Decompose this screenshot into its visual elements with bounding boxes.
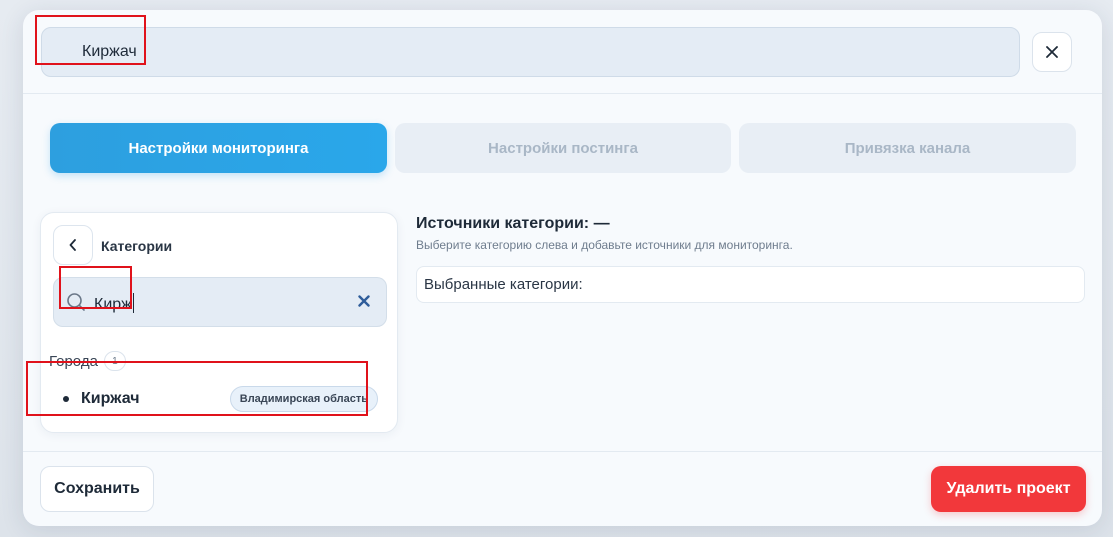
search-value: Кирж	[94, 293, 134, 314]
project-name-input[interactable]: Киржач	[41, 27, 1020, 77]
close-icon	[1046, 46, 1058, 58]
tab-posting-settings[interactable]: Настройки постинга	[395, 123, 731, 173]
tab-channel-binding[interactable]: Привязка канала	[739, 123, 1076, 173]
footer-divider	[23, 451, 1102, 452]
selected-categories-label: Выбранные категории:	[424, 276, 583, 293]
selected-categories-box: Выбранные категории:	[416, 266, 1085, 303]
search-icon	[67, 293, 85, 311]
result-item-name: Киржач	[81, 390, 140, 407]
chevron-left-icon	[69, 239, 76, 251]
bullet-icon	[63, 396, 69, 402]
close-button[interactable]	[1032, 32, 1072, 72]
category-search-input[interactable]: Кирж	[53, 277, 387, 327]
tab-monitoring-settings[interactable]: Настройки мониторинга	[50, 123, 387, 173]
sources-title: Источники категории: —	[416, 215, 610, 232]
sources-description: Выберите категорию слева и добавьте исто…	[416, 238, 793, 252]
region-badge: Владимирская область	[229, 386, 378, 412]
save-button[interactable]: Сохранить	[40, 466, 154, 512]
clear-search-icon[interactable]	[358, 295, 370, 307]
categories-title: Категории	[101, 238, 173, 254]
group-label: Города	[49, 352, 98, 370]
header-divider	[23, 93, 1102, 94]
categories-panel: Категории Кирж Города 1 Киржач Владимирс…	[40, 212, 398, 433]
delete-project-button[interactable]: Удалить проект	[931, 466, 1086, 512]
group-count-badge: 1	[103, 351, 126, 371]
project-settings-modal: Киржач Настройки мониторинга Настройки п…	[23, 10, 1102, 526]
group-header-cities: Города 1	[49, 351, 126, 371]
back-button[interactable]	[53, 225, 93, 265]
project-name-value: Киржач	[82, 43, 137, 60]
category-result-item[interactable]: Киржач Владимирская область	[51, 375, 390, 423]
